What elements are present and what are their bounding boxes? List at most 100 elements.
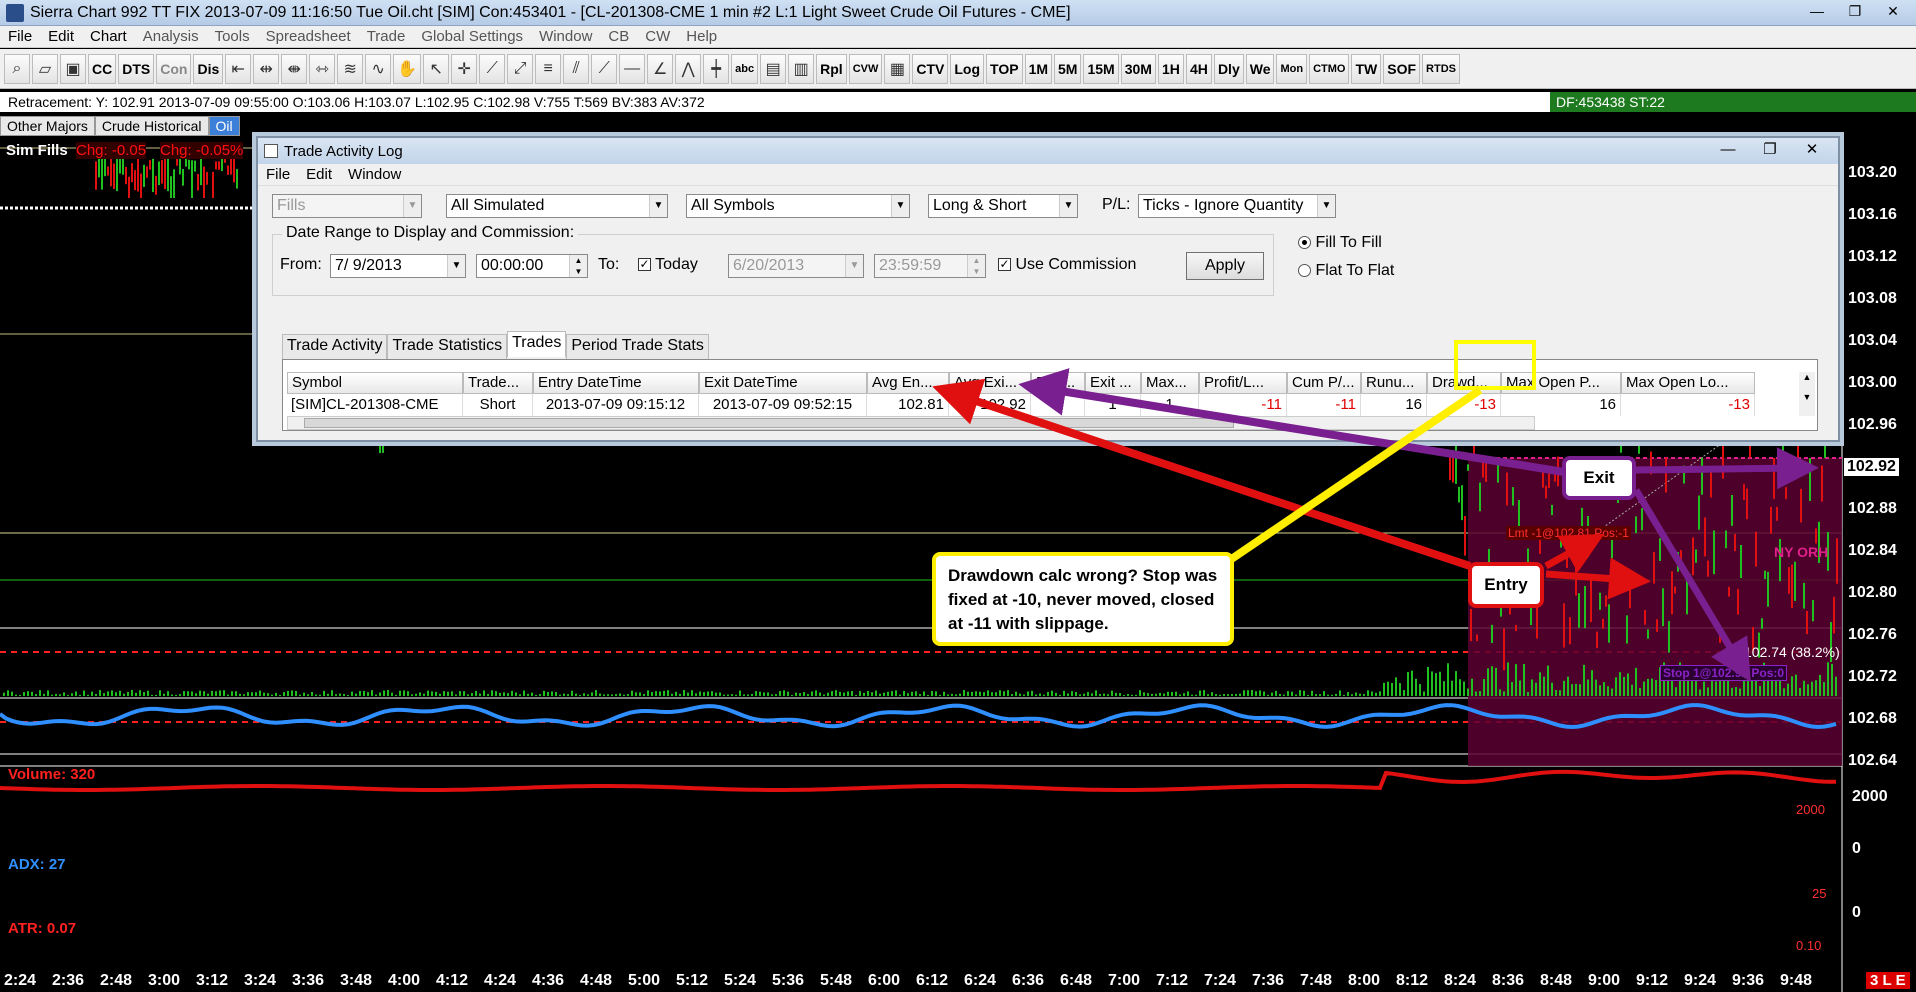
menu-cb[interactable]: CB <box>600 28 637 45</box>
col-entry-datetime[interactable]: Entry DateTime <box>533 372 699 394</box>
expand-icon[interactable]: ⇹ <box>253 53 280 84</box>
tab-oil[interactable]: Oil <box>208 116 240 136</box>
menu-tools[interactable]: Tools <box>207 28 258 45</box>
col-avg-exit[interactable]: Avg Exi... <box>949 372 1031 394</box>
col-runup[interactable]: Runu... <box>1361 372 1427 394</box>
cvw-button[interactable]: CVW <box>848 53 883 84</box>
dialog-minimize-icon[interactable]: — <box>1710 140 1746 160</box>
col-avg-entry[interactable]: Avg En... <box>867 372 949 394</box>
tf-daily-button[interactable]: Dly <box>1213 53 1244 84</box>
scroll-icon[interactable]: ⇿ <box>309 53 336 84</box>
col-trade-type[interactable]: Trade... <box>463 372 533 394</box>
to-time-field[interactable]: 23:59:59 ▲ ▼ <box>874 254 986 278</box>
from-date-picker[interactable]: 7/ 9/2013 ▼ <box>330 254 466 278</box>
apply-button[interactable]: Apply <box>1186 252 1264 280</box>
simulated-select[interactable]: All Simulated ▼ <box>446 194 668 218</box>
dialog-maximize-icon[interactable]: ❐ <box>1752 140 1788 160</box>
restore-icon[interactable]: ❐ <box>1838 1 1872 21</box>
stop-order-label[interactable]: Stop 1@102.92 Pos:0 <box>1660 665 1788 681</box>
channel-icon[interactable]: ⫽ <box>563 53 590 84</box>
doc2-icon[interactable]: ▥ <box>788 53 815 84</box>
crosshair-icon[interactable]: ✛ <box>451 53 478 84</box>
studies-icon[interactable]: ≋ <box>337 53 364 84</box>
tab-trades[interactable]: Trades <box>507 331 567 357</box>
fill-to-fill-radio[interactable]: Fill To Fill <box>1298 234 1382 252</box>
tf-weekly-button[interactable]: We <box>1245 53 1275 84</box>
to-date-picker[interactable]: 6/20/2013 ▼ <box>728 254 864 278</box>
ray-icon[interactable]: ⤢ <box>507 53 534 84</box>
col-max[interactable]: Max... <box>1141 372 1199 394</box>
menu-file[interactable]: File <box>0 28 40 45</box>
symbols-select[interactable]: All Symbols ▼ <box>686 194 910 218</box>
draw-line-icon[interactable]: ⟋ <box>479 53 506 84</box>
hand-icon[interactable]: ✋ <box>393 53 422 84</box>
menu-cw[interactable]: CW <box>637 28 678 45</box>
grid-icon[interactable]: ▦ <box>884 53 911 84</box>
angle-icon[interactable]: ∠ <box>647 53 674 84</box>
top-button[interactable]: TOP <box>986 53 1023 84</box>
tf-monthly-button[interactable]: Mon <box>1276 53 1308 84</box>
horizontal-scrollbar[interactable] <box>287 416 1535 430</box>
fib-icon[interactable]: ≡ <box>535 53 562 84</box>
menu-global-settings[interactable]: Global Settings <box>413 28 531 45</box>
scrollbar-thumb[interactable] <box>304 418 1234 428</box>
col-profit-loss[interactable]: Profit/L... <box>1199 372 1287 394</box>
limit-order-label[interactable]: Lmt -1@102.81 Pos:-1 <box>1506 526 1631 540</box>
dialog-close-icon[interactable]: ✕ <box>1794 140 1830 160</box>
col-cum-pl[interactable]: Cum P/... <box>1287 372 1361 394</box>
zigzag-icon[interactable]: ⋀ <box>675 53 702 84</box>
text-tool-button[interactable]: abc <box>731 53 759 84</box>
table-row[interactable]: [SIM]CL-201308-CME Short 2013-07-09 09:1… <box>287 394 1755 416</box>
menu-help[interactable]: Help <box>678 28 725 45</box>
menu-window[interactable]: Window <box>531 28 600 45</box>
use-commission-checkbox[interactable]: ✓ Use Commission <box>998 256 1136 274</box>
rpl-button[interactable]: Rpl <box>816 53 847 84</box>
tf-1m-button[interactable]: 1M <box>1024 53 1053 84</box>
tab-trade-statistics[interactable]: Trade Statistics <box>387 334 508 360</box>
side-select[interactable]: Long & Short ▼ <box>928 194 1078 218</box>
flat-to-flat-radio[interactable]: Flat To Flat <box>1298 262 1394 280</box>
menu-edit[interactable]: Edit <box>40 28 82 45</box>
tf-15m-button[interactable]: 15M <box>1083 53 1119 84</box>
hline-icon[interactable]: — <box>619 53 646 84</box>
menu-analysis[interactable]: Analysis <box>135 28 207 45</box>
tab-trade-activity[interactable]: Trade Activity <box>282 334 388 360</box>
tab-other-majors[interactable]: Other Majors <box>0 116 95 136</box>
col-exit-datetime[interactable]: Exit DateTime <box>699 372 867 394</box>
wave-icon[interactable]: ∿ <box>365 53 392 84</box>
dts-button[interactable]: DTS <box>118 53 155 84</box>
save-icon[interactable]: ▣ <box>60 53 86 84</box>
dialog-menu-edit[interactable]: Edit <box>298 166 340 183</box>
dialog-menu-file[interactable]: File <box>258 166 298 183</box>
tf-5m-button[interactable]: 5M <box>1054 53 1082 84</box>
tf-30m-button[interactable]: 30M <box>1120 53 1156 84</box>
shrink-icon[interactable]: ⇼ <box>281 53 308 84</box>
pl-select[interactable]: Ticks - Ignore Quantity ▼ <box>1138 194 1336 218</box>
find-icon[interactable]: ⌕ <box>4 53 30 84</box>
tab-period-trade-stats[interactable]: Period Trade Stats <box>566 334 709 360</box>
tab-crude-historical[interactable]: Crude Historical <box>94 116 209 136</box>
log-button[interactable]: Log <box>950 53 985 84</box>
vertical-scrollbar[interactable]: ▲ ▼ <box>1799 372 1815 416</box>
close-icon[interactable]: ✕ <box>1876 1 1910 21</box>
doc-icon[interactable]: ▤ <box>760 53 787 84</box>
tw-button[interactable]: TW <box>1351 53 1382 84</box>
today-checkbox[interactable]: ✓ Today <box>638 256 698 274</box>
tf-4h-button[interactable]: 4H <box>1185 53 1212 84</box>
cc-button[interactable]: CC <box>88 53 117 84</box>
col-entry-qty[interactable]: Entr... <box>1031 372 1085 394</box>
pointer-icon[interactable]: ↖ <box>423 53 450 84</box>
col-max-open-loss[interactable]: Max Open Lo... <box>1621 372 1755 394</box>
ctmo-button[interactable]: CTMO <box>1309 53 1350 84</box>
minimize-icon[interactable]: — <box>1800 1 1834 21</box>
zoom-icon[interactable]: ⇤ <box>225 53 252 84</box>
vline-icon[interactable]: ┿ <box>703 53 730 84</box>
rtds-button[interactable]: RTDS <box>1422 53 1460 84</box>
menu-trade[interactable]: Trade <box>359 28 414 45</box>
trend-icon[interactable]: ⟋ <box>591 53 618 84</box>
open-icon[interactable]: ▱ <box>32 53 58 84</box>
con-button[interactable]: Con <box>156 53 192 84</box>
ctv-button[interactable]: CTV <box>912 53 949 84</box>
dis-button[interactable]: Dis <box>193 53 224 84</box>
tf-1h-button[interactable]: 1H <box>1157 53 1184 84</box>
